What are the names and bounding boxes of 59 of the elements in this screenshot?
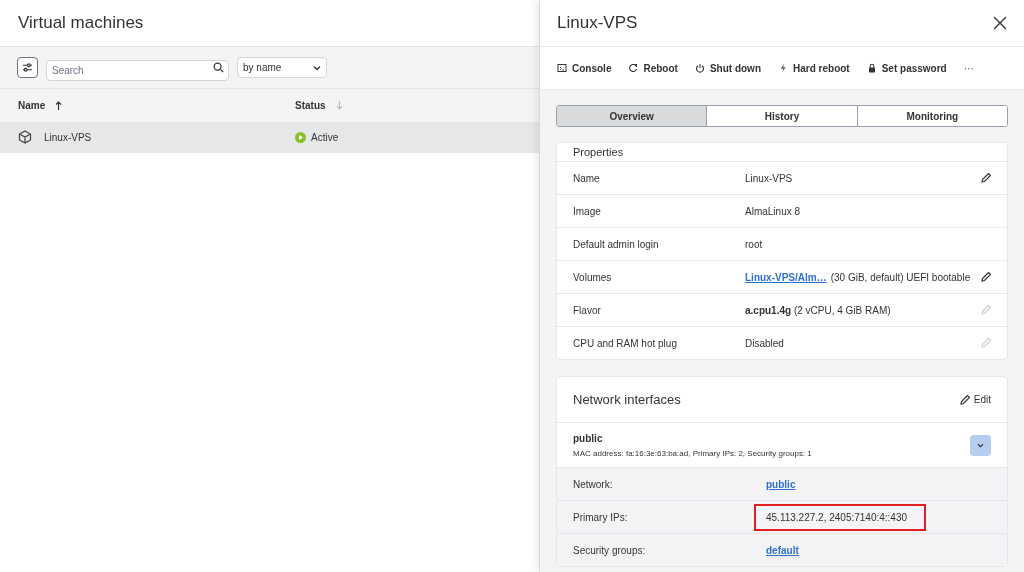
filter-button[interactable] — [17, 57, 38, 78]
play-status-icon — [295, 131, 306, 143]
network-label: Security groups: — [573, 543, 647, 558]
panel-title: Linux-VPS — [557, 12, 638, 35]
property-label: CPU and RAM hot plug — [573, 336, 678, 351]
pencil-icon[interactable] — [981, 272, 991, 282]
close-button[interactable] — [993, 16, 1007, 30]
property-label: Default admin login — [573, 237, 660, 252]
status-text: Active — [311, 130, 339, 145]
chevron-icon — [977, 442, 984, 448]
vm-name: Linux-VPS — [44, 130, 92, 145]
action-button[interactable]: Shut down — [694, 60, 761, 76]
close-icon — [993, 16, 1007, 30]
network-label: Primary IPs: — [573, 510, 629, 525]
chevron-down-icon — [313, 64, 321, 71]
column-header[interactable]: Status — [295, 98, 326, 113]
search-icon — [213, 62, 224, 73]
table-row[interactable]: Linux-VPS Active — [0, 122, 539, 153]
action-button[interactable]: Set password — [866, 60, 947, 76]
action-button[interactable]: Console — [557, 60, 612, 76]
property-label: Flavor — [573, 303, 602, 318]
sort-dropdown[interactable]: by name — [237, 57, 327, 78]
tab[interactable]: Monitoring — [856, 106, 1007, 126]
pencil-icon[interactable] — [981, 173, 991, 183]
expand-button[interactable] — [970, 434, 991, 456]
property-value: (30 GiB, default) UEFI bootable — [830, 270, 971, 285]
network-link[interactable]: default — [766, 542, 799, 558]
sliders-icon — [22, 62, 33, 73]
search-field[interactable]: Search — [46, 60, 229, 81]
volume-link[interactable]: Linux-VPS/Alm… — [745, 269, 827, 285]
network-link[interactable]: public — [766, 476, 796, 492]
power-icon — [694, 63, 705, 73]
property-value: root — [745, 237, 763, 252]
interface-summary: MAC address: fa:16:3e:63:ba:ad, Primary IPs: 2, Security groups: 1 — [573, 447, 812, 460]
network-label: Network: — [573, 477, 614, 492]
property-value: Disabled — [745, 336, 784, 351]
action-button[interactable]: Reboot — [628, 60, 678, 76]
section-title: Properties — [573, 145, 624, 159]
property-label: Volumes — [573, 270, 613, 285]
action-button[interactable]: Hard reboot — [778, 60, 850, 76]
pencil-icon — [959, 394, 970, 405]
panel-title: Virtual machines — [18, 12, 144, 35]
ip-addresses: 45.113.227.2, 2405:7140:4::430 — [754, 503, 926, 531]
property-value: Linux-VPS — [745, 171, 793, 186]
property-label: Name — [573, 171, 601, 186]
property-value: a.cpu1.4g (2 vCPU, 4 GiB RAM) — [745, 303, 891, 318]
lightning-icon — [778, 63, 788, 73]
tab[interactable]: Overview — [557, 106, 707, 126]
lock-icon — [866, 63, 877, 73]
edit-button[interactable]: Edit — [959, 392, 991, 407]
more-button[interactable]: ··· — [963, 60, 974, 76]
property-value: AlmaLinux 8 — [745, 204, 801, 219]
console-icon — [557, 63, 567, 73]
cube-icon — [18, 130, 32, 144]
section-title: Network interfaces — [573, 390, 681, 409]
interface-name: public — [573, 431, 604, 446]
column-header[interactable]: Name — [18, 98, 46, 113]
property-label: Image — [573, 204, 602, 219]
refresh-icon — [628, 63, 639, 73]
